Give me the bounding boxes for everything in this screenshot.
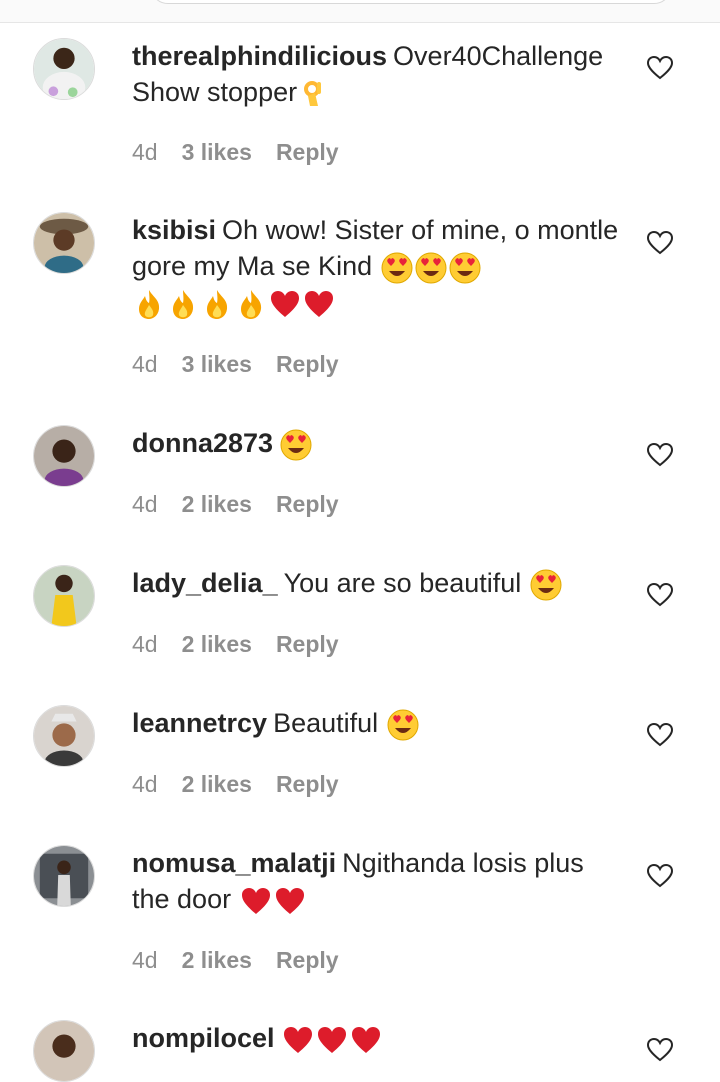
reply-button[interactable]: Reply xyxy=(276,771,339,797)
avatar[interactable] xyxy=(33,425,95,487)
heart-eyes-emoji xyxy=(530,569,562,601)
comment-username[interactable]: leannetrcy xyxy=(132,708,267,738)
avatar[interactable] xyxy=(33,38,95,100)
red-heart-emoji xyxy=(350,1024,382,1056)
top-bar xyxy=(0,0,720,23)
heart-eyes-emoji xyxy=(280,429,312,461)
avatar[interactable] xyxy=(33,212,95,274)
heart-eyes-emoji xyxy=(381,252,413,284)
like-heart-icon[interactable] xyxy=(646,862,674,890)
red-heart-emoji xyxy=(282,1024,314,1056)
comment-meta: 4d 3 likes Reply xyxy=(132,350,363,378)
reply-button[interactable]: Reply xyxy=(276,351,339,377)
comment-time: 4d xyxy=(132,771,158,797)
comment-username[interactable]: nomusa_malatji xyxy=(132,848,336,878)
comment-text: Beautiful xyxy=(273,708,379,738)
search-bar[interactable] xyxy=(150,0,672,4)
like-heart-icon[interactable] xyxy=(646,229,674,257)
comment-meta: 4d 2 likes Reply xyxy=(132,946,363,974)
comment-likes[interactable]: 2 likes xyxy=(182,947,252,973)
like-heart-icon[interactable] xyxy=(646,54,674,82)
fire-emoji xyxy=(167,288,199,320)
heart-eyes-emoji xyxy=(387,709,419,741)
comment-meta: 4d 2 likes Reply xyxy=(132,630,363,658)
comment-likes[interactable]: 2 likes xyxy=(182,771,252,797)
comment-time: 4d xyxy=(132,491,158,517)
comment-time: 4d xyxy=(132,139,158,165)
ok-hand-emoji xyxy=(298,78,330,110)
like-heart-icon[interactable] xyxy=(646,721,674,749)
comment-time: 4d xyxy=(132,351,158,377)
comment-time: 4d xyxy=(132,947,158,973)
red-heart-emoji xyxy=(240,885,272,917)
heart-eyes-emoji xyxy=(415,252,447,284)
comment-body: nompilocel xyxy=(132,1020,622,1056)
avatar[interactable] xyxy=(33,1020,95,1082)
like-heart-icon[interactable] xyxy=(646,1036,674,1064)
red-heart-emoji xyxy=(274,885,306,917)
heart-eyes-emoji xyxy=(449,252,481,284)
comment-body: donna2873 xyxy=(132,425,622,461)
like-heart-icon[interactable] xyxy=(646,441,674,469)
like-heart-icon[interactable] xyxy=(646,581,674,609)
comment-body: nomusa_malatji Ngithanda losis plus the d… xyxy=(132,845,622,917)
reply-button[interactable]: Reply xyxy=(276,947,339,973)
comment-body: lady_delia_ You are so beautiful xyxy=(132,565,622,601)
reply-button[interactable]: Reply xyxy=(276,139,339,165)
reply-button[interactable]: Reply xyxy=(276,631,339,657)
avatar[interactable] xyxy=(33,845,95,907)
comment-meta: 4d 3 likes Reply xyxy=(132,138,363,166)
comment-username[interactable]: ksibisi xyxy=(132,215,216,245)
comment-meta: 4d 2 likes Reply xyxy=(132,770,363,798)
comment-body: leannetrcy Beautiful xyxy=(132,705,622,741)
comment-username[interactable]: therealphindilicious xyxy=(132,41,387,71)
reply-button[interactable]: Reply xyxy=(276,491,339,517)
comment-username[interactable]: donna2873 xyxy=(132,428,273,458)
comment-time: 4d xyxy=(132,631,158,657)
comment-body: therealphindilicious Over40Challenge Show… xyxy=(132,38,622,110)
fire-emoji xyxy=(133,288,165,320)
comment-likes[interactable]: 3 likes xyxy=(182,139,252,165)
comment-username[interactable]: lady_delia_ xyxy=(132,568,278,598)
red-heart-emoji xyxy=(316,1024,348,1056)
comment-text: You are so beautiful xyxy=(283,568,522,598)
avatar[interactable] xyxy=(33,565,95,627)
comment-body: ksibisi Oh wow! Sister of mine, o montle … xyxy=(132,212,622,320)
comment-likes[interactable]: 3 likes xyxy=(182,351,252,377)
comment-username[interactable]: nompilocel xyxy=(132,1023,275,1053)
avatar[interactable] xyxy=(33,705,95,767)
comment-likes[interactable]: 2 likes xyxy=(182,631,252,657)
comment-likes[interactable]: 2 likes xyxy=(182,491,252,517)
fire-emoji xyxy=(235,288,267,320)
fire-emoji xyxy=(201,288,233,320)
red-heart-emoji xyxy=(303,288,335,320)
comment-meta: 4d 2 likes Reply xyxy=(132,490,363,518)
red-heart-emoji xyxy=(269,288,301,320)
